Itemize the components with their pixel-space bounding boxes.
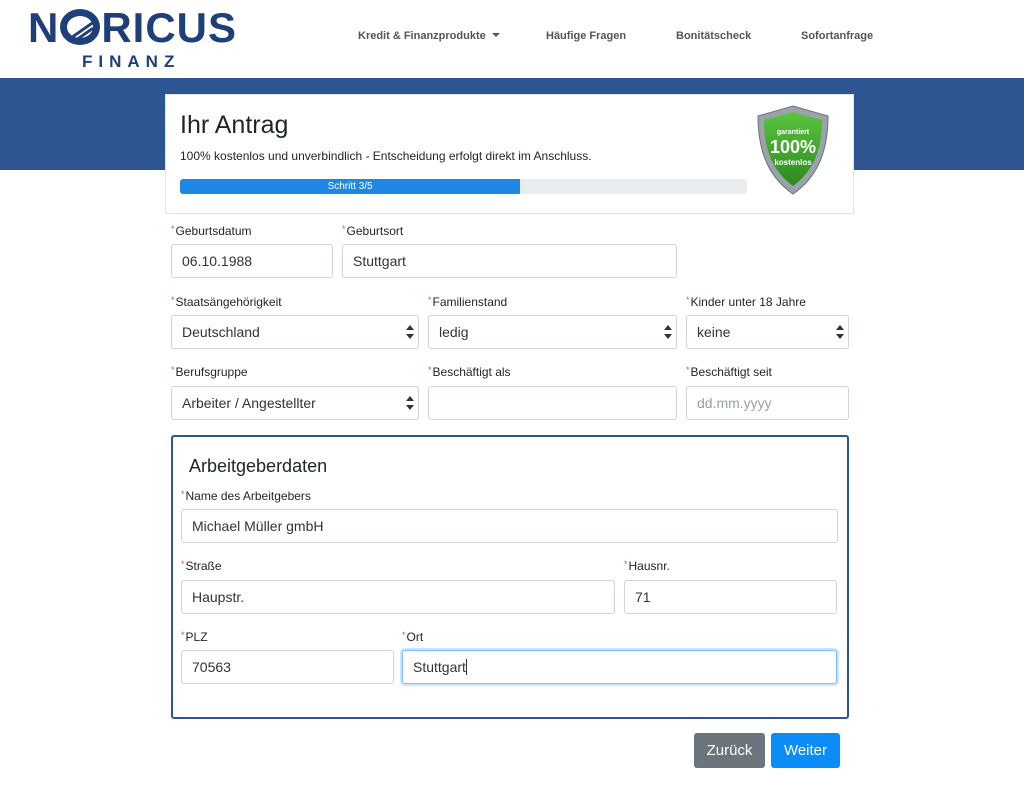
- next-button[interactable]: Weiter: [771, 733, 840, 768]
- hausnr-input[interactable]: 71: [624, 580, 837, 614]
- logo-letter-n: N: [28, 4, 60, 51]
- label-geburtsdatum: *Geburtsdatum: [171, 224, 252, 238]
- label-strasse: *Straße: [181, 559, 222, 573]
- geburtsdatum-input[interactable]: 06.10.1988: [171, 244, 333, 278]
- required-mark: *: [428, 365, 432, 375]
- select-arrows-icon: [406, 325, 414, 339]
- required-mark: *: [181, 559, 185, 569]
- ort-input[interactable]: Stuttgart: [402, 650, 837, 684]
- strasse-input[interactable]: Haupstr.: [181, 580, 615, 614]
- required-mark: *: [171, 365, 175, 375]
- progress-fill: Schritt 3/5: [180, 179, 521, 194]
- label-ort: *Ort: [402, 630, 424, 644]
- site-header: N RICUS FINANZ Kredit & Finanzprodukte Hä…: [0, 0, 1024, 78]
- ort-value: Stuttgart: [413, 659, 466, 675]
- required-mark: *: [171, 295, 175, 305]
- select-value: ledig: [439, 324, 469, 340]
- plz-input[interactable]: 70563: [181, 650, 394, 684]
- nav-sofortanfrage[interactable]: Sofortanfrage: [801, 30, 873, 42]
- back-button[interactable]: Zurück: [694, 733, 765, 768]
- logo-o-icon: [60, 9, 101, 45]
- required-mark: *: [171, 224, 175, 234]
- required-mark: *: [624, 559, 628, 569]
- label-plz: *PLZ: [181, 630, 208, 644]
- berufsgruppe-select[interactable]: Arbeiter / Angestellter: [171, 386, 419, 420]
- label-arbeitgeber-name: *Name des Arbeitgebers: [181, 489, 311, 503]
- geburtsort-input[interactable]: Stuttgart: [342, 244, 677, 278]
- arbeitgeber-name-input[interactable]: Michael Müller gmbH: [181, 509, 838, 543]
- label-beschaeftigt-seit: *Beschäftigt seit: [686, 365, 772, 379]
- label-kinder: *Kinder unter 18 Jahre: [686, 295, 806, 309]
- required-mark: *: [428, 295, 432, 305]
- kinder-select[interactable]: keine: [686, 315, 849, 349]
- page-title: Ihr Antrag: [180, 111, 289, 139]
- select-value: Deutschland: [182, 324, 260, 340]
- caret-down-icon: [491, 33, 500, 37]
- required-mark: *: [181, 630, 185, 640]
- select-arrows-icon: [664, 325, 672, 339]
- text-cursor: [465, 659, 467, 675]
- page-subtitle: 100% kostenlos und unverbindlich - Entsc…: [180, 149, 592, 163]
- label-staatsangehoerigkeit: *Staatsängehörigkeit: [171, 295, 282, 309]
- employer-legend: Arbeitgeberdaten: [189, 456, 328, 476]
- label-berufsgruppe: *Berufsgruppe: [171, 365, 248, 379]
- nav-haeufige-fragen[interactable]: Häufige Fragen: [546, 30, 626, 42]
- select-value: Arbeiter / Angestellter: [182, 395, 316, 411]
- beschaeftigt-als-input[interactable]: [428, 386, 677, 420]
- staatsangehoerigkeit-select[interactable]: Deutschland: [171, 315, 419, 349]
- application-card: Ihr Antrag 100% kostenlos und unverbindl…: [165, 94, 854, 214]
- label-hausnr: *Hausnr.: [624, 559, 670, 573]
- required-mark: *: [686, 295, 690, 305]
- label-beschaeftigt-als: *Beschäftigt als: [428, 365, 511, 379]
- select-value: keine: [697, 324, 731, 340]
- nav-bonitaetscheck[interactable]: Bonitätscheck: [676, 30, 751, 42]
- select-arrows-icon: [406, 396, 414, 410]
- required-mark: *: [402, 630, 406, 640]
- badge-top-text: garantiert: [777, 129, 810, 136]
- nav-item-label: Kredit & Finanzprodukte: [358, 30, 486, 42]
- badge-bottom-text: kostenlos: [774, 158, 812, 167]
- logo-subtitle: FINANZ: [82, 52, 181, 71]
- noricus-logo[interactable]: N RICUS FINANZ: [28, 4, 238, 72]
- badge-main-text: 100%: [770, 137, 816, 157]
- progress-bar: Schritt 3/5: [180, 179, 747, 194]
- familienstand-select[interactable]: ledig: [428, 315, 677, 349]
- required-mark: *: [342, 224, 346, 234]
- nav-kredit-finanzprodukte[interactable]: Kredit & Finanzprodukte: [358, 30, 500, 42]
- guarantee-badge: garantiert 100% kostenlos: [757, 105, 829, 195]
- required-mark: *: [181, 489, 185, 499]
- beschaeftigt-seit-input[interactable]: dd.mm.yyyy: [686, 386, 849, 420]
- required-mark: *: [686, 365, 690, 375]
- logo-wordmark: RICUS: [101, 4, 238, 51]
- select-arrows-icon: [836, 325, 844, 339]
- label-familienstand: *Familienstand: [428, 295, 508, 309]
- label-geburtsort: *Geburtsort: [342, 224, 404, 238]
